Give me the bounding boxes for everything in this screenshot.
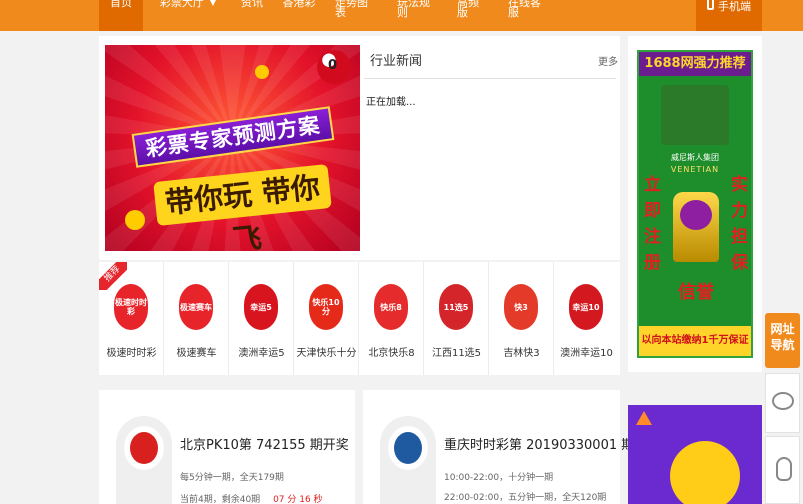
banner-carousel[interactable]: 0 彩票专家预测方案 带你玩 带你飞 [105, 45, 360, 251]
cqssc-logo [380, 416, 436, 504]
draw-schedule: 每5分钟一期，全天179期 [180, 473, 284, 483]
lottery-label: 北京快乐8 [368, 348, 415, 359]
qq-button[interactable] [765, 436, 800, 504]
lottery-item[interactable]: 快3 吉林快3 [489, 262, 554, 375]
ball-decoration [255, 65, 269, 79]
lottery-label: 极速时时彩 [106, 348, 157, 359]
lottery-item[interactable]: 快乐10分 天津快乐十分 [294, 262, 359, 375]
nav-news-label: 资讯 [241, 0, 263, 9]
lottery-logo-icon: 幸运5 [244, 284, 278, 330]
lottery-item[interactable]: 11选5 江西11选5 [424, 262, 489, 375]
lottery-item[interactable]: 快乐8 北京快乐8 [359, 262, 424, 375]
nav-home[interactable]: 首页 [99, 0, 143, 31]
site-nav-button[interactable]: 网址导航 [765, 313, 800, 368]
nav-rules[interactable]: 玩法规则 [397, 0, 437, 31]
news-loading-text: 正在加载... [366, 97, 416, 108]
nav-support-label: 在线客服 [508, 0, 541, 19]
lottery-logo-icon: 快乐8 [374, 284, 408, 330]
nav-rules-label: 玩法规则 [397, 0, 430, 19]
lottery-label: 澳洲幸运5 [238, 348, 285, 359]
news-section-title: 行业新闻 [370, 54, 423, 69]
divider [364, 78, 616, 79]
cqssc-logo-icon [394, 432, 422, 464]
ad-left-column: 立即注册 [644, 175, 661, 273]
pk10-logo [116, 416, 172, 504]
draw-schedule-night: 22:00-02:00，五分钟一期，全天120期 [444, 493, 607, 503]
recommend-ribbon: 推荐 [99, 262, 127, 290]
qq-icon [776, 457, 792, 481]
news-more-link[interactable]: 更多 [598, 53, 618, 68]
draw-countdown: 07 分 16 秒 [273, 495, 323, 504]
draw-schedule: 10:00-22:00，十分钟一期 [444, 473, 554, 483]
lottery-logo-icon: 极速时时彩 [114, 284, 148, 330]
lottery-label: 极速赛车 [176, 348, 217, 359]
wechat-button[interactable] [765, 373, 800, 433]
lottery-logo-icon: 11选5 [439, 284, 473, 330]
lottery-label: 天津快乐十分 [296, 348, 357, 359]
ad-middle-text: 信誉 [678, 282, 714, 303]
chevron-down-icon: ▼ [209, 0, 217, 7]
ad-headline: 1688网强力推荐 [639, 52, 751, 76]
nav-news[interactable]: 资讯 [238, 0, 266, 31]
draw-remaining: 当前4期，剩余40期 07 分 16 秒 [180, 492, 323, 504]
draw-remaining-count: 当前4期，剩余40期 [180, 495, 261, 504]
nav-trend-charts-label: 走势图表 [335, 0, 368, 19]
draw-title: 北京PK10第 742155 期开奖 [180, 438, 349, 453]
advertisement-banner[interactable]: 1688网强力推荐 威尼斯人集团 VENETIAN 立即注册 实力担保 信誉 以… [637, 50, 753, 358]
draw-card-pk10[interactable]: 北京PK10第 742155 期开奖 每5分钟一期，全天179期 当前4期，剩余… [99, 390, 355, 504]
promo-badge-icon [670, 441, 740, 504]
phone-icon [707, 0, 714, 10]
lottery-label: 江西11选5 [431, 348, 482, 359]
decoration-icon [636, 411, 652, 425]
wechat-icon [772, 392, 794, 410]
nav-high-freq[interactable]: 高频版 [457, 0, 487, 31]
ad-footer-text: 以向本站缴纳1千万保证金 [639, 326, 751, 356]
ball-decoration [125, 210, 145, 230]
lottery-logo-icon: 幸运10 [569, 284, 603, 330]
lottery-logo-icon: 快3 [504, 284, 538, 330]
nav-home-label: 首页 [110, 0, 132, 9]
lottery-shortcuts: 极速时时彩 极速时时彩 极速赛车 极速赛车 幸运5 澳洲幸运5 快乐10分 天津… [99, 262, 620, 375]
draw-card-cqssc[interactable]: 重庆时时彩第 20190330001 期开奖 10:00-22:00，十分钟一期… [363, 390, 660, 504]
nav-lottery-hall-label: 彩票大厅 [159, 0, 204, 9]
race-car-icon [130, 432, 158, 464]
crown-icon [673, 192, 719, 262]
lottery-label: 澳洲幸运10 [560, 348, 613, 359]
nav-hk-lottery-label: 香港彩 [282, 0, 316, 9]
mobile-button[interactable]: 手机端 [696, 0, 762, 31]
nav-support[interactable]: 在线客服 [508, 0, 550, 31]
lottery-item[interactable]: 幸运10 澳洲幸运10 [554, 262, 619, 375]
lottery-ball-icon: 0 [317, 50, 351, 84]
ad-right-column: 实力担保 [731, 175, 748, 273]
lion-logo-icon [661, 85, 729, 145]
lottery-label: 吉林快3 [503, 348, 540, 359]
recommend-ribbon-label: 推荐 [99, 262, 127, 290]
promo-banner[interactable] [628, 405, 762, 504]
mobile-label: 手机端 [718, 0, 751, 13]
lottery-logo-icon: 极速赛车 [179, 284, 213, 330]
lottery-item[interactable]: 幸运5 澳洲幸运5 [229, 262, 294, 375]
nav-lottery-hall[interactable]: 彩票大厅 ▼ [158, 0, 218, 31]
lottery-item[interactable]: 极速赛车 极速赛车 [164, 262, 229, 375]
ad-brand: 威尼斯人集团 [671, 153, 719, 162]
top-nav: 首页 彩票大厅 ▼ 资讯 香港彩 走势图表 玩法规则 高频版 在线客服 手机端 [0, 0, 803, 31]
nav-hk-lottery[interactable]: 香港彩 [282, 0, 316, 31]
lottery-logo-icon: 快乐10分 [309, 284, 343, 330]
nav-high-freq-label: 高频版 [457, 0, 479, 19]
nav-trend-charts[interactable]: 走势图表 [335, 0, 377, 31]
ball-number: 0 [328, 58, 338, 73]
